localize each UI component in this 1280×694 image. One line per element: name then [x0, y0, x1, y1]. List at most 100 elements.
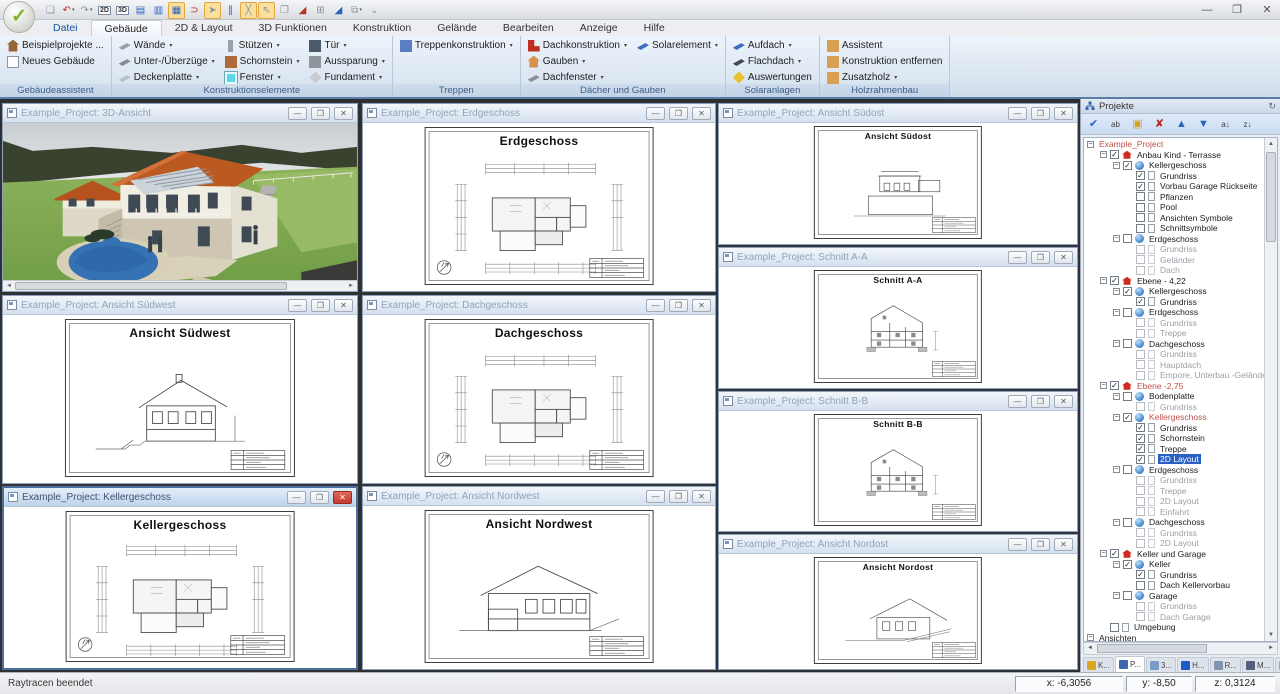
- window-titlebar[interactable]: Example_Project: Erdgeschoss—❐✕: [363, 104, 715, 123]
- tree-item[interactable]: Grundriss: [1084, 528, 1264, 539]
- window-minimize-button[interactable]: —: [646, 107, 665, 120]
- tree-checkbox[interactable]: [1123, 465, 1132, 474]
- tree-item[interactable]: Treppe: [1084, 328, 1264, 339]
- tree-item[interactable]: Dach Kellervorbau: [1084, 580, 1264, 591]
- panel-tab-makros[interactable]: M...: [1242, 657, 1274, 672]
- tree-item[interactable]: Grundriss: [1084, 475, 1264, 486]
- tree-checkbox[interactable]: [1136, 213, 1145, 222]
- window-close-button[interactable]: ✕: [334, 107, 353, 120]
- tree-checkbox[interactable]: ✓: [1136, 297, 1145, 306]
- ribbon-button-schornstein[interactable]: Schornstein▾: [225, 56, 300, 68]
- tree-checkbox[interactable]: [1136, 507, 1145, 516]
- tree-item[interactable]: −Dachgeschoss: [1084, 339, 1264, 350]
- ribbon-button-auswertungen[interactable]: Auswertungen: [733, 72, 812, 84]
- ribbon-button-konstruktion-entfernen[interactable]: Konstruktion entfernen: [827, 56, 943, 68]
- tree-checkbox[interactable]: ✓: [1110, 276, 1119, 285]
- ribbon-button-treppenkonstruktion[interactable]: Treppenkonstruktion▾: [400, 40, 513, 52]
- ribbon-button-stützen[interactable]: Stützen▾: [225, 40, 300, 52]
- tab-gel-nde[interactable]: Gelände: [424, 20, 490, 36]
- ribbon-button-tür[interactable]: Tür▾: [309, 40, 384, 52]
- tree-expander-icon[interactable]: −: [1113, 340, 1120, 347]
- window-client-area[interactable]: ◄►: [3, 123, 357, 291]
- tree-item[interactable]: ✓Grundriss: [1084, 171, 1264, 182]
- window-minimize-button[interactable]: —: [1008, 107, 1027, 120]
- tree-expander-icon[interactable]: −: [1113, 519, 1120, 526]
- tree-vertical-scrollbar[interactable]: ▲▼: [1264, 138, 1277, 641]
- tree-checkbox[interactable]: [1123, 392, 1132, 401]
- ribbon-button-deckenplatte[interactable]: Deckenplatte▾: [119, 72, 215, 84]
- window-client-area[interactable]: Kellergeschoss: [4, 507, 356, 668]
- solar-tool-icon[interactable]: ◢: [330, 2, 347, 19]
- window-close-button[interactable]: ✕: [333, 491, 352, 504]
- tree-checkbox[interactable]: [1110, 623, 1119, 632]
- tree-checkbox[interactable]: [1123, 591, 1132, 600]
- window-titlebar[interactable]: Example_Project: 3D-Ansicht—❐✕: [3, 104, 357, 123]
- tree-checkbox[interactable]: [1136, 266, 1145, 275]
- tree-expander-icon[interactable]: −: [1087, 141, 1094, 148]
- tree-expander-icon[interactable]: −: [1113, 466, 1120, 473]
- tree-checkbox[interactable]: ✓: [1123, 161, 1132, 170]
- tree-expander-icon[interactable]: −: [1100, 550, 1107, 557]
- select-sparkle-icon[interactable]: ➤: [204, 2, 221, 19]
- undo-icon[interactable]: ↶▾: [60, 2, 77, 19]
- window-client-area[interactable]: Schnitt B-B: [719, 411, 1077, 531]
- tree-item[interactable]: ✓Schornstein: [1084, 433, 1264, 444]
- tree-checkbox[interactable]: ✓: [1123, 560, 1132, 569]
- tab-geb-ude[interactable]: Gebäude: [91, 20, 162, 36]
- maximize-button[interactable]: ❐: [1230, 0, 1244, 20]
- tab-hilfe[interactable]: Hilfe: [631, 20, 678, 36]
- tree-item[interactable]: Einfahrt: [1084, 507, 1264, 518]
- tree-item[interactable]: Grundriss: [1084, 402, 1264, 413]
- tree-checkbox[interactable]: [1136, 581, 1145, 590]
- tree-expander-icon[interactable]: −: [1113, 162, 1120, 169]
- tree-item[interactable]: ✓Grundriss: [1084, 423, 1264, 434]
- window-maximize-button[interactable]: ❐: [669, 490, 688, 503]
- tree-item[interactable]: −✓Kellergeschoss: [1084, 412, 1264, 423]
- tree-checkbox[interactable]: [1136, 318, 1145, 327]
- window-client-area[interactable]: Ansicht Südost: [719, 123, 1077, 244]
- ribbon-button-wände[interactable]: Wände▾: [119, 40, 215, 52]
- ribbon-button-aussparung[interactable]: Aussparung▾: [309, 56, 384, 68]
- tree-checkbox[interactable]: ✓: [1136, 182, 1145, 191]
- tree-checkbox[interactable]: ✓: [1136, 444, 1145, 453]
- window-client-area[interactable]: Dachgeschoss: [363, 315, 715, 483]
- tree-item[interactable]: ✓Treppe: [1084, 444, 1264, 455]
- tree-item[interactable]: −Example_Project: [1084, 139, 1264, 150]
- tree-checkbox[interactable]: [1123, 339, 1132, 348]
- window-titlebar[interactable]: Example_Project: Schnitt A-A—❐✕: [719, 248, 1077, 267]
- panel-tab-raeume[interactable]: R...: [1210, 657, 1241, 672]
- ribbon-button-fundament[interactable]: Fundament▾: [309, 72, 384, 84]
- arrange-windows-icon[interactable]: ❐: [276, 2, 293, 19]
- tree-checkbox[interactable]: [1136, 192, 1145, 201]
- tree-checkbox[interactable]: [1136, 497, 1145, 506]
- tab-2d-layout[interactable]: 2D & Layout: [162, 20, 246, 36]
- ribbon-button-dachfenster[interactable]: Dachfenster▾: [528, 72, 627, 84]
- ribbon-button-solarelement[interactable]: Solarelement▾: [637, 40, 718, 52]
- view-2d-icon[interactable]: 2D: [96, 2, 113, 19]
- window-titlebar[interactable]: Example_Project: Kellergeschoss—❐✕: [4, 488, 356, 507]
- tree-checkbox[interactable]: [1136, 245, 1145, 254]
- tree-item[interactable]: Dach Garage: [1084, 612, 1264, 623]
- tree-expander-icon[interactable]: −: [1087, 634, 1094, 641]
- tree-checkbox[interactable]: [1136, 402, 1145, 411]
- window-maximize-button[interactable]: ❐: [1031, 538, 1050, 551]
- tab-3d-funktionen[interactable]: 3D Funktionen: [246, 20, 340, 36]
- pointer-icon[interactable]: ⇖: [258, 2, 275, 19]
- tree-checkbox[interactable]: ✓: [1110, 381, 1119, 390]
- tree-checkbox[interactable]: ✓: [1136, 423, 1145, 432]
- import-folder-icon[interactable]: ▣: [1130, 117, 1145, 132]
- tree-expander-icon[interactable]: −: [1113, 414, 1120, 421]
- tree-item[interactable]: Ansichten Symbole: [1084, 213, 1264, 224]
- delete-icon[interactable]: ✘: [1152, 117, 1167, 132]
- tree-expander-icon[interactable]: −: [1113, 393, 1120, 400]
- tree-item[interactable]: −Ansichten: [1084, 633, 1264, 642]
- tab-datei[interactable]: Datei: [40, 20, 91, 36]
- tree-checkbox[interactable]: [1123, 308, 1132, 317]
- tree-checkbox[interactable]: [1136, 224, 1145, 233]
- window-titlebar[interactable]: Example_Project: Ansicht Südwest—❐✕: [3, 296, 357, 315]
- tree-item[interactable]: Pool: [1084, 202, 1264, 213]
- tree-item[interactable]: −✓Ebene -2,75: [1084, 381, 1264, 392]
- tab-anzeige[interactable]: Anzeige: [567, 20, 631, 36]
- panel-tab-projekte[interactable]: P...: [1115, 656, 1145, 672]
- tree-checkbox[interactable]: [1136, 203, 1145, 212]
